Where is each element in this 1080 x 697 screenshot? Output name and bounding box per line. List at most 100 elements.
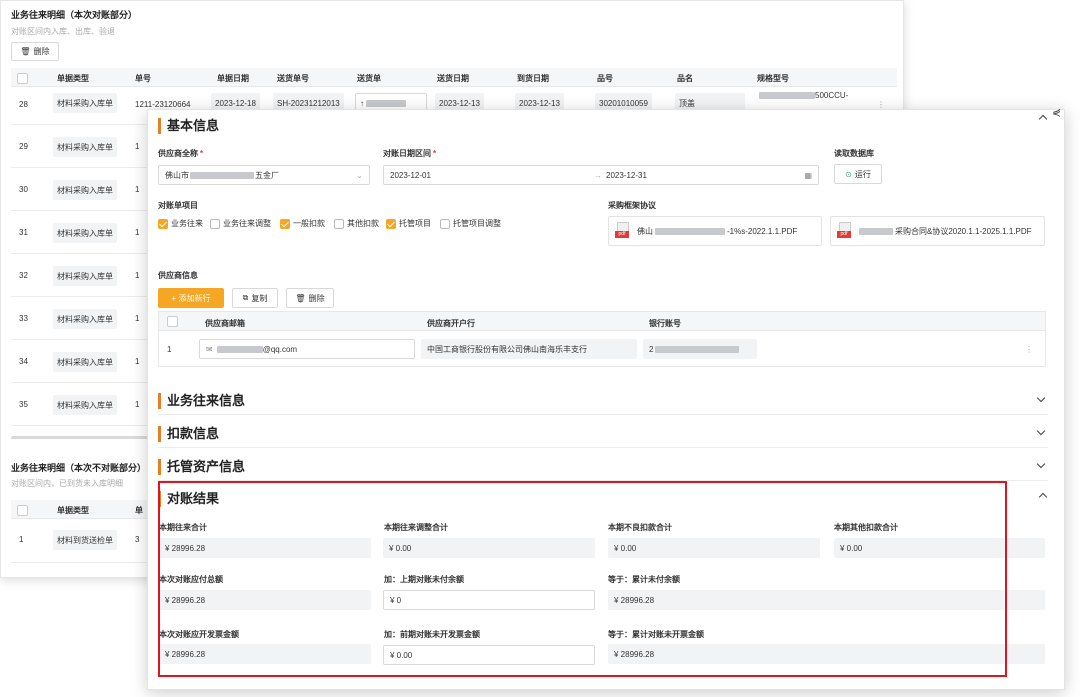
col-header: 单号 [135,74,151,83]
row-order: 1 [135,185,140,194]
result-label: 本期其他扣款合计 [834,523,898,532]
basic-info-title: 基本信息 [158,118,219,134]
mail-icon: ✉ [206,344,213,354]
calendar-icon: ▦ [804,170,812,180]
col-header: 单据类型 [57,506,89,515]
col-header: 单据类型 [57,74,89,83]
email-field[interactable]: ✉ @qq.com [199,339,415,359]
col-header: 送货单 [357,74,381,83]
result-label: 加：前期对账未开发票金额 [384,630,480,639]
detail-subtitle: 对账区间内入库、出库、验退 [11,27,115,36]
supplier-select[interactable]: 佛山市 五金厂 ⌄ [158,165,370,185]
supplier-info-label: 供应商信息 [158,271,198,280]
row-number: 35 [19,400,28,409]
checkbox-label: 其他扣款 [347,219,379,228]
check-circle-icon: ⊙ [845,169,852,179]
row-order: 1 [135,142,140,151]
result-value: ¥ 28996.28 [608,644,1045,664]
items-checkbox[interactable]: 托管项目调整 [440,218,501,229]
framework-pdf-2[interactable]: pdf 采购合同&协议2020.1.1-2025.1.1.PDF [830,216,1045,246]
row-order: 1 [135,228,140,237]
share-icon[interactable]: ⋞ [1052,106,1061,119]
date-range-picker[interactable]: 2023-12-01 → 2023-12-31 ▦ [383,165,819,185]
result-value: ¥ 0.00 [383,538,595,558]
items-label: 对账单项目 [158,201,198,210]
more-icon[interactable]: ⋮ [877,100,885,109]
select-all-checkbox[interactable] [167,316,178,327]
custody-section-bar[interactable]: 托管资产信息 [158,451,1048,481]
row-number: 1 [19,535,24,544]
items-checkbox[interactable]: 其他扣款 [334,218,379,229]
row-type: 材料采购入库单 [53,309,117,329]
col-header: 单据日期 [217,74,249,83]
framework-pdf-1[interactable]: pdf 佛山 -1%s-2022.1.1.PDF [608,216,822,246]
row-number: 34 [19,357,28,366]
deduction-section-title: 扣款信息 [158,426,219,442]
result-value: ¥ 0.00 [834,538,1045,558]
account-field[interactable]: 2 [643,339,757,359]
row-number: 29 [19,142,28,151]
select-all-checkbox-2[interactable] [17,505,28,516]
result-label: 本期往来合计 [159,523,207,532]
row-type: 材料采购入库单 [53,137,117,157]
checkbox-label: 托管项目 [399,219,431,228]
result-value: ¥ 28996.28 [159,644,371,664]
deduction-section-bar[interactable]: 扣款信息 [158,418,1048,448]
row-number: 32 [19,271,28,280]
row-type: 材料采购入库单 [53,180,117,200]
row-type: 材料采购入库单 [53,93,117,113]
more-icon[interactable]: ⋮ [1025,345,1033,354]
range-arrow: → [594,170,602,180]
row-number: 31 [19,228,28,237]
col-header: 品名 [677,74,693,83]
col-header: 到货日期 [517,74,549,83]
col-header: 规格型号 [757,74,789,83]
result-label: 等于：累计对账未开票金额 [608,630,704,639]
chevron-down-icon [1036,393,1046,403]
row-number: 33 [19,314,28,323]
business-section-bar[interactable]: 业务往来信息 [158,385,1048,415]
copy-button[interactable]: ⧉ 复制 [232,288,278,308]
result-value: ¥ 28996.28 [159,590,371,610]
period-end: 2023-12-31 [606,170,647,180]
detail-subtitle-2: 对账区间内，已到货未入库明细 [11,479,123,488]
supplier-info-table-header: 供应商邮箱 供应商开户行 银行账号 [158,311,1046,331]
pdf-icon: pdf [615,222,631,240]
checkbox-icon [334,218,344,229]
row-order: 1 [135,357,140,366]
delete-button[interactable]: 🗑 删除 [286,288,334,308]
items-checkbox[interactable]: 托管项目 [386,218,431,229]
checkbox-icon [158,218,168,229]
add-row-button[interactable]: + 添加新行 [158,288,224,308]
items-checkbox[interactable]: 一般扣款 [280,218,325,229]
row-spec: 500CCU- [759,91,848,100]
checkbox-icon [210,218,220,229]
detail-title: 业务往来明细（本次对账部分） [11,10,138,20]
run-button[interactable]: ⊙ 运行 [834,164,882,184]
col-header: 送货单号 [277,74,309,83]
result-label: 本期不良扣款合计 [608,523,672,532]
bank-field[interactable]: 中国工商银行股份有限公司佛山南海乐丰支行 [421,339,637,359]
result-value: ¥ 28996.28 [608,590,1045,610]
upload-icon: ↑ [360,98,364,108]
result-label: 本次对账应付总额 [159,575,223,584]
row-type: 材料采购入库单 [53,223,117,243]
chevron-down-icon [1036,426,1046,436]
bg-delete-button[interactable]: 🗑 删除 [11,42,59,61]
trash-icon: 🗑 [20,47,31,56]
table-row[interactable]: 1 ✉ @qq.com 中国工商银行股份有限公司佛山南海乐丰支行 2 ⋮ [158,331,1046,367]
col-header: 单 [135,506,143,515]
items-checkbox[interactable]: 业务往来调整 [210,218,271,229]
prev-unpaid-input[interactable]: ¥ 0 [383,590,595,610]
table-row[interactable]: 1 材料到货送检单 3 [11,519,151,563]
row-order: 1 [135,400,140,409]
detail-title-2: 业务往来明细（本次不对账部分） [11,463,147,473]
prev-uninvoiced-input[interactable]: ¥ 0.00 [383,645,595,665]
select-all-checkbox[interactable] [17,73,28,84]
bg-delete-label: 删除 [33,47,50,56]
detail-table-2: 单据类型 单 1 材料到货送检单 3 [11,500,151,563]
result-label: 本次对账应开发票金额 [159,630,239,639]
row-order: 1 [135,271,140,280]
row-type: 材料采购入库单 [53,266,117,286]
items-checkbox[interactable]: 业务往来 [158,218,203,229]
